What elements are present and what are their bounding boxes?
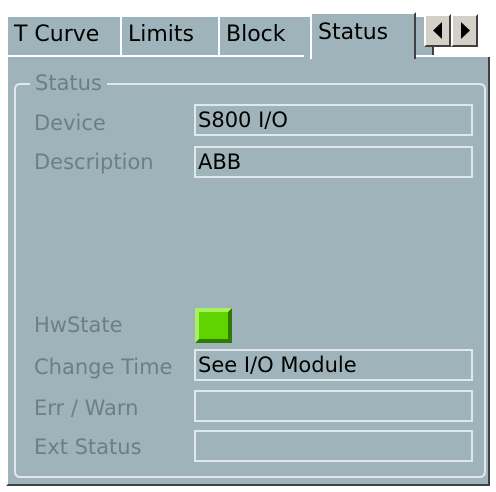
status-indicator-icon: [195, 308, 232, 343]
device-label: Device: [34, 111, 106, 135]
err-warn-field: [194, 390, 473, 422]
tab-scroll-right-button[interactable]: [451, 14, 478, 47]
change-time-label: Change Time: [34, 355, 173, 379]
hwstate-label: HwState: [34, 313, 123, 337]
tab-scroll-left-button[interactable]: [424, 14, 451, 47]
tab-strip: T Curve Limits Block Status: [6, 12, 496, 59]
panel-top-border-right: [412, 55, 490, 57]
groupbox-title: Status: [30, 70, 107, 96]
status-tab-window: T Curve Limits Block Status Status Devic…: [0, 0, 496, 492]
change-time-field: See I/O Module: [194, 349, 473, 381]
panel-top-border: [6, 55, 304, 57]
tab-block[interactable]: Block: [218, 15, 318, 55]
tab-status[interactable]: Status: [310, 12, 416, 59]
ext-status-field: [194, 430, 473, 462]
err-warn-label: Err / Warn: [34, 396, 139, 420]
device-field: S800 I/O: [194, 104, 473, 136]
arrow-right-icon: [461, 22, 470, 39]
tab-t-curve[interactable]: T Curve: [6, 15, 122, 55]
description-field: ABB: [194, 146, 473, 178]
description-label: Description: [34, 150, 154, 174]
arrow-left-icon: [433, 22, 442, 39]
tab-limits[interactable]: Limits: [120, 15, 220, 55]
ext-status-label: Ext Status: [34, 435, 142, 459]
